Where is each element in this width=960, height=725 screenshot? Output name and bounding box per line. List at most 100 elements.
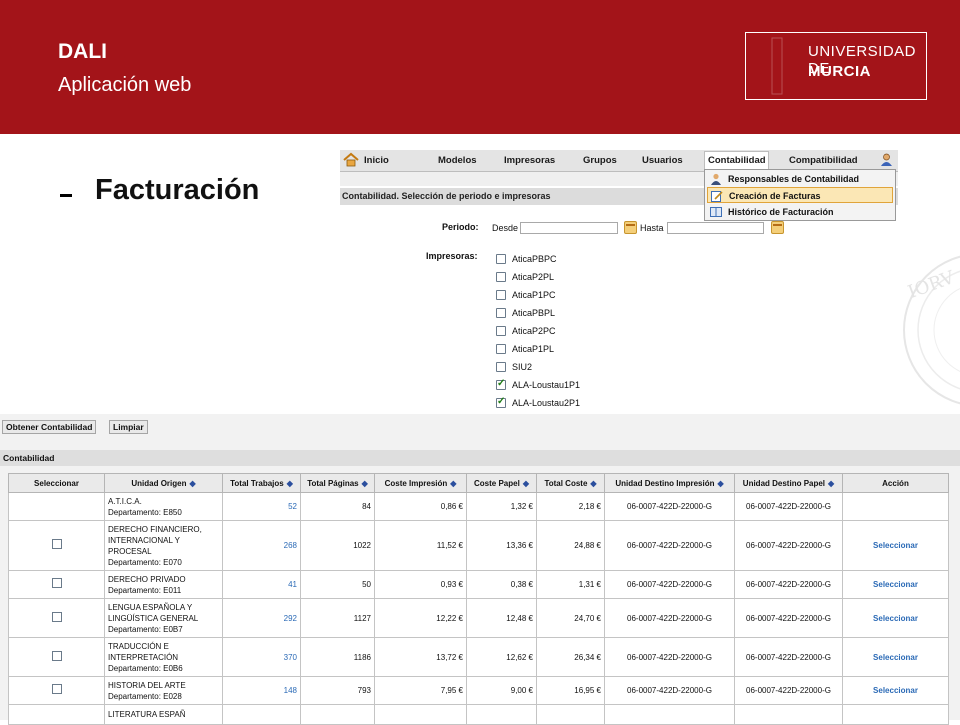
row-select-checkbox[interactable] xyxy=(51,611,62,622)
coste-papel-cell: 12,62 € xyxy=(466,637,537,677)
menu-item-label: Histórico de Facturación xyxy=(728,207,834,217)
seleccionar-link[interactable]: Seleccionar xyxy=(842,570,949,599)
destino-impresion-cell: 06-0007-422D-22000-G xyxy=(604,492,735,521)
coste-impresion-cell: 0,93 € xyxy=(374,570,467,599)
row-select-checkbox[interactable] xyxy=(51,578,62,588)
column-header[interactable]: Coste Impresión ◆ xyxy=(374,473,467,493)
total-trabajos-link[interactable] xyxy=(222,704,301,725)
destino-impresion-cell: 06-0007-422D-22000-G xyxy=(604,598,735,638)
desde-date-input[interactable] xyxy=(520,222,618,234)
coste-impresion-cell: 7,95 € xyxy=(374,676,467,705)
total-trabajos-link[interactable]: 148 xyxy=(222,676,301,705)
sort-icon[interactable]: ◆ xyxy=(287,479,293,488)
unidad-origen-line: Departamento: E850 xyxy=(108,507,182,517)
total-paginas-cell: 1022 xyxy=(300,520,375,571)
menu-item-label: Creación de Facturas xyxy=(729,191,821,201)
sort-icon[interactable]: ◆ xyxy=(362,479,368,488)
column-header[interactable]: Unidad Origen ◆ xyxy=(104,473,223,493)
printer-checkbox[interactable] xyxy=(496,290,506,300)
unidad-origen-line: A.T.I.C.A. xyxy=(108,496,142,506)
total-trabajos-link[interactable]: 52 xyxy=(222,492,301,521)
column-header[interactable]: Unidad Destino Impresión ◆ xyxy=(604,473,735,493)
menu-item-label: Responsables de Contabilidad xyxy=(728,174,860,184)
header-banner: DALI Aplicación web UNIVERSIDAD DE MURCI… xyxy=(0,0,960,134)
unidad-origen-line: Departamento: E028 xyxy=(108,691,182,701)
seleccionar-link[interactable]: Seleccionar xyxy=(842,520,949,571)
user-icon[interactable] xyxy=(880,153,893,167)
seleccionar-link[interactable] xyxy=(842,704,949,725)
unidad-origen-line: TRADUCCIÓN E xyxy=(108,641,169,651)
unidad-origen-cell: HISTORIA DEL ARTE Departamento: E028 xyxy=(104,676,223,705)
sort-icon[interactable]: ◆ xyxy=(828,479,834,488)
select-cell xyxy=(8,637,105,677)
total-trabajos-link[interactable]: 292 xyxy=(222,598,301,638)
slide-heading: Facturación xyxy=(95,174,260,206)
calendar-icon[interactable] xyxy=(624,221,637,234)
printer-checkbox[interactable] xyxy=(496,254,506,264)
nav-home[interactable]: Inicio xyxy=(364,155,389,166)
menu-item-responsables[interactable]: Responsables de Contabilidad xyxy=(707,171,893,187)
seleccionar-link[interactable]: Seleccionar xyxy=(842,676,949,705)
calendar-icon[interactable] xyxy=(771,221,784,234)
nav-compatibilidad[interactable]: Compatibilidad xyxy=(789,155,858,166)
seleccionar-link[interactable] xyxy=(842,492,949,521)
sort-icon[interactable]: ◆ xyxy=(523,479,529,488)
printer-checkbox[interactable] xyxy=(496,396,506,408)
total-trabajos-link[interactable]: 268 xyxy=(222,520,301,571)
column-header[interactable]: Unidad Destino Papel ◆ xyxy=(734,473,843,493)
printer-name: ALA-Loustau2P1 xyxy=(512,398,581,408)
total-coste-cell: 24,88 € xyxy=(536,520,605,571)
nav-impresoras[interactable]: Impresoras xyxy=(504,155,555,166)
app-title: DALI xyxy=(58,40,107,63)
sort-icon[interactable]: ◆ xyxy=(590,479,596,488)
nav-modelos[interactable]: Modelos xyxy=(438,155,477,166)
obtener-contabilidad-button[interactable]: Obtener Contabilidad xyxy=(2,420,97,434)
nav-grupos[interactable]: Grupos xyxy=(583,155,617,166)
unidad-origen-line: HISTORIA DEL ARTE xyxy=(108,680,186,690)
table-row: HISTORIA DEL ARTE Departamento: E028 148 79… xyxy=(8,676,949,705)
menu-item-creacion-facturas[interactable]: Creación de Facturas xyxy=(707,187,893,203)
printer-name: AticaP1PL xyxy=(512,344,555,354)
nav-contabilidad[interactable]: Contabilidad xyxy=(708,155,766,166)
unidad-origen-line: PROCESAL xyxy=(108,546,152,556)
row-select-checkbox[interactable] xyxy=(51,650,62,661)
total-coste-cell xyxy=(536,704,605,725)
column-header[interactable]: Total Páginas ◆ xyxy=(300,473,375,493)
table-row: TRADUCCIÓN E INTERPRETACIÓN Departamento: … xyxy=(8,637,949,677)
row-select-checkbox[interactable] xyxy=(51,684,62,694)
unidad-origen-cell: TRADUCCIÓN E INTERPRETACIÓN Departamento: … xyxy=(104,637,223,677)
destino-impresion-cell xyxy=(604,704,735,725)
table-row: LENGUA ESPAÑOLA Y LINGÜÍSTICA GENERAL Depa… xyxy=(8,598,949,638)
unidad-origen-line: DERECHO PRIVADO xyxy=(108,574,186,584)
contabilidad-title: Contabilidad xyxy=(3,453,55,463)
desde-label: Desde xyxy=(492,223,519,233)
nav-usuarios[interactable]: Usuarios xyxy=(642,155,683,166)
printer-checkbox[interactable] xyxy=(496,362,506,372)
printer-checkbox[interactable] xyxy=(496,308,506,318)
sort-icon[interactable]: ◆ xyxy=(450,479,456,488)
row-select-checkbox[interactable] xyxy=(51,539,62,549)
unidad-origen-line: LITERATURA ESPAÑ xyxy=(108,710,186,719)
printer-name: AticaP2PL xyxy=(512,272,555,282)
menu-item-historico[interactable]: Histórico de Facturación xyxy=(707,204,893,220)
total-trabajos-link[interactable]: 41 xyxy=(222,570,301,599)
column-header[interactable]: Total Coste ◆ xyxy=(536,473,605,493)
limpiar-button[interactable]: Limpiar xyxy=(109,420,148,434)
column-header[interactable]: Total Trabajos ◆ xyxy=(222,473,301,493)
sort-icon[interactable]: ◆ xyxy=(189,479,195,488)
printer-checkbox[interactable] xyxy=(496,272,506,282)
printer-checkbox[interactable] xyxy=(496,378,506,390)
seleccionar-link[interactable]: Seleccionar xyxy=(842,598,949,638)
printer-checkbox[interactable] xyxy=(496,326,506,336)
coste-papel-cell xyxy=(466,704,537,725)
column-header[interactable]: Coste Papel ◆ xyxy=(466,473,537,493)
hasta-date-input[interactable] xyxy=(667,222,764,234)
total-trabajos-link[interactable]: 370 xyxy=(222,637,301,677)
unidad-origen-line: Departamento: E011 xyxy=(108,585,182,595)
column-header[interactable]: Seleccionar xyxy=(8,473,105,493)
sort-icon[interactable]: ◆ xyxy=(717,479,723,488)
home-icon[interactable] xyxy=(343,152,359,167)
select-cell xyxy=(8,676,105,705)
seleccionar-link[interactable]: Seleccionar xyxy=(842,637,949,677)
printer-checkbox[interactable] xyxy=(496,344,506,354)
